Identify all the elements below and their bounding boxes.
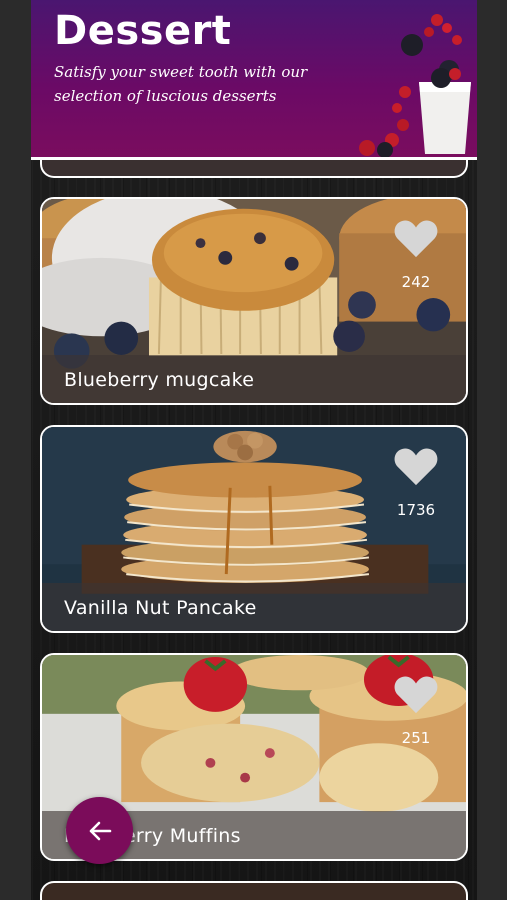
dessert-card[interactable]: 242 Blueberry mugcake: [40, 197, 468, 405]
dessert-name: Blueberry mugcake: [64, 369, 255, 391]
page-title: Dessert: [54, 8, 232, 54]
dessert-card[interactable]: 1736 Vanilla Nut Pancake: [40, 425, 468, 633]
heart-icon[interactable]: [392, 217, 440, 259]
back-button[interactable]: [66, 797, 133, 864]
card-caption: Vanilla Nut Pancake: [42, 583, 466, 631]
berries-glass-illustration: [359, 14, 471, 158]
page-subtitle: Satisfy your sweet tooth with our select…: [54, 63, 308, 105]
heart-icon[interactable]: [392, 445, 440, 487]
header-banner: Dessert Satisfy your sweet tooth with ou…: [31, 0, 477, 160]
left-margin: [0, 0, 31, 900]
dessert-name: Vanilla Nut Pancake: [64, 597, 257, 619]
right-margin: [477, 0, 507, 900]
dessert-card-partial[interactable]: [40, 881, 468, 900]
arrow-left-icon: [89, 821, 111, 840]
header-divider: [31, 157, 477, 160]
like-count: 242: [401, 273, 431, 291]
like-count: 251: [401, 729, 431, 747]
dessert-screen: 242 Blueberry mugcake 1736 Vanilla Nut P…: [31, 0, 477, 900]
heart-icon[interactable]: [392, 673, 440, 715]
card-caption: Blueberry mugcake: [42, 355, 466, 403]
like-count: 1736: [396, 501, 436, 519]
